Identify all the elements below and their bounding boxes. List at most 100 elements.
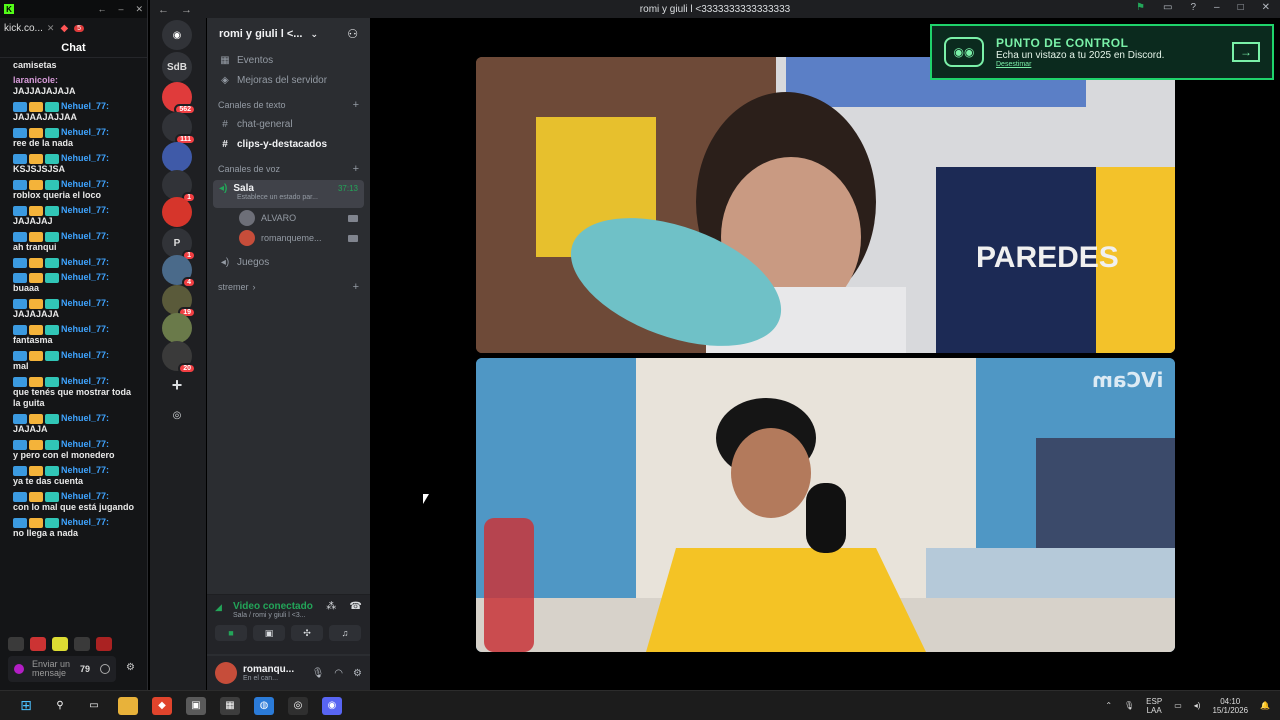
chat-username[interactable]: Nehuel_77: [61,257,109,268]
minimize-icon[interactable]: – [1214,2,1220,13]
language-indicator[interactable]: ESP LAA [1146,697,1162,715]
close-icon[interactable]: ✕ [135,4,143,15]
server-icon[interactable]: 111 [162,112,196,145]
arrow-right-icon[interactable]: → [1232,42,1260,62]
dismiss-link[interactable]: Desestimar [996,61,1164,68]
network-icon[interactable]: ▭ [1174,701,1182,710]
store-icon[interactable]: ▣ [186,696,206,715]
flag-icon[interactable]: ⚑ [1136,2,1145,13]
streamer-category[interactable]: stremer › + [207,278,370,296]
server-icon[interactable]: 19 [162,285,196,318]
volume-icon[interactable]: ◂) [1194,701,1201,710]
signal-icon[interactable]: ◢ [215,602,227,612]
channel-chat-general[interactable]: # chat-general [207,114,370,134]
voice-channel-juegos[interactable]: ◂) Juegos [207,252,370,272]
add-channel-icon[interactable]: + [353,99,359,111]
chevron-up-icon[interactable]: ⌃ [1105,701,1112,710]
avatar[interactable] [215,662,237,684]
discord-home-icon[interactable]: ◉ [162,20,192,50]
server-icon[interactable]: 1 [162,170,196,203]
screen-share-button[interactable]: ▣ [253,625,285,641]
activities-button[interactable]: ✣ [291,625,323,641]
server-icon[interactable] [162,142,192,172]
voice-category[interactable]: Canales de voz + [207,160,370,178]
boosts-item[interactable]: ◈ Mejoras del servidor [207,70,370,90]
disconnect-icon[interactable]: ☎ [350,601,362,612]
emote-icon[interactable] [30,637,46,651]
minimize-icon[interactable]: – [118,4,123,15]
microphone-icon[interactable]: 🎙 [1124,701,1134,710]
text-category[interactable]: Canales de texto + [207,96,370,114]
add-channel-icon[interactable]: + [353,281,359,293]
chat-username[interactable]: Nehuel_77: [61,179,109,190]
server-icon[interactable]: 4 [162,255,196,288]
headphones-icon[interactable]: ◠ [334,668,343,679]
chat-username[interactable]: Nehuel_77: [61,324,109,335]
add-member-icon[interactable]: ⚇ [347,27,358,41]
chat-username[interactable]: Nehuel_77: [61,376,109,387]
chat-username[interactable]: Nehuel_77: [61,491,109,502]
voice-status[interactable]: Establece un estado par... [219,194,358,201]
emote-icon[interactable] [74,637,90,651]
help-icon[interactable]: ? [1190,2,1196,13]
channel-clips[interactable]: # clips-y-destacados [207,134,370,154]
tab-close-icon[interactable]: ✕ [47,23,55,34]
server-icon[interactable] [162,197,192,227]
server-icon[interactable]: SdB [162,52,192,82]
noise-suppression-icon[interactable]: ⁂ [326,601,336,612]
maximize-icon[interactable]: □ [1238,2,1244,13]
chat-username[interactable]: Nehuel_77: [61,153,109,164]
chat-username[interactable]: Nehuel_77: [61,439,109,450]
chat-username[interactable]: Nehuel_77: [61,205,109,216]
chat-username[interactable]: Nehuel_77: [61,413,109,424]
file-explorer-icon[interactable] [118,696,138,715]
server-icon[interactable]: P1 [162,228,196,261]
emote-icon[interactable] [52,637,68,651]
video-tile-2[interactable]: iVCam [476,358,1175,652]
emote-icon[interactable] [96,637,112,651]
server-icon[interactable]: 20 [162,341,196,374]
voice-channel-sala[interactable]: ◂) Sala 37:13 Establece un estado par... [213,180,364,208]
microphone-icon[interactable]: 🎙 [312,668,325,679]
checkpoint-banner[interactable]: ◉◉ PUNTO DE CONTROL Echa un vistazo a tu… [930,24,1274,80]
voice-user[interactable]: ALVARO [207,208,370,228]
chat-username[interactable]: Nehuel_77: [61,101,109,112]
soundboard-button[interactable]: ♫ [329,625,361,641]
kick-tab[interactable]: kick.co... ✕ [4,23,54,34]
clock[interactable]: 04:10 15/1/2026 [1212,697,1248,715]
chat-username[interactable]: Nehuel_77: [61,127,109,138]
chat-username[interactable]: Nehuel_77: [61,517,109,528]
discord-taskbar-icon[interactable]: ◉ [322,696,342,715]
server-header[interactable]: romi y giuli l <... ⌄ ⚇ [207,18,370,50]
notification-icon[interactable]: 🔔 [1260,701,1270,710]
voice-connected-subtitle[interactable]: Sala / romi y giuli l <3... [215,612,362,619]
close-icon[interactable]: ✕ [1262,2,1270,13]
calculator-icon[interactable]: ▦ [220,696,240,715]
add-channel-icon[interactable]: + [353,163,359,175]
search-icon[interactable]: ⚲ [50,697,70,715]
emote-icon[interactable] [8,637,24,651]
add-server-icon[interactable]: + [162,370,192,400]
brave-icon[interactable]: ◆ [60,23,68,34]
chat-username[interactable]: Nehuel_77: [61,231,109,242]
app-icon[interactable]: ◍ [254,696,274,715]
camera-button[interactable]: ■ [215,625,247,641]
video-tile-1[interactable]: PAREDES [476,57,1175,353]
explore-icon[interactable]: ◎ [162,400,192,430]
windows-start-icon[interactable]: ⊞ [16,697,36,715]
back-icon[interactable]: ← [97,4,106,15]
screen-icon[interactable]: ▭ [1163,2,1172,13]
chat-username[interactable]: Nehuel_77: [61,465,109,476]
task-view-icon[interactable]: ▭ [84,697,104,715]
gear-icon[interactable]: ⚙ [353,668,362,679]
settings-icon[interactable]: ⚙ [126,662,140,674]
emoji-picker-icon[interactable] [100,664,110,674]
obs-icon[interactable]: ◎ [288,696,308,715]
chat-username[interactable]: Nehuel_77: [61,350,109,361]
forward-arrow-icon[interactable]: → [181,4,192,16]
brave-icon[interactable]: ◆ [152,696,172,715]
back-arrow-icon[interactable]: ← [158,4,169,16]
events-item[interactable]: ▦ Eventos [207,50,370,70]
voice-user[interactable]: romanqueme... [207,228,370,248]
server-icon[interactable]: 562 [162,82,196,115]
